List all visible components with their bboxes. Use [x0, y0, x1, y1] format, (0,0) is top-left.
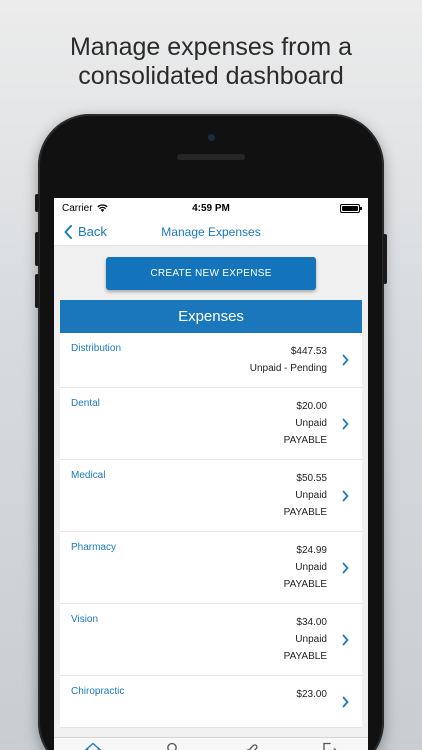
navigation-bar: Back Manage Expenses — [54, 218, 368, 246]
app-screen: Carrier 4:59 PM Back Manage Expenses CRE… — [54, 198, 368, 750]
expense-status: Unpaid — [295, 634, 327, 645]
battery-icon — [340, 203, 362, 213]
logout-icon — [323, 742, 337, 750]
tab-home[interactable]: Home — [54, 738, 133, 750]
expense-row[interactable]: Chiropractic $23.00 — [60, 676, 362, 728]
expense-details: $20.00 Unpaid PAYABLE — [71, 396, 327, 449]
expense-status: PAYABLE — [283, 579, 327, 590]
promo-caption: Manage expenses from a consolidated dash… — [0, 33, 422, 91]
volume-up-button — [35, 232, 39, 266]
expense-status: PAYABLE — [283, 507, 327, 518]
expense-category: Pharmacy — [71, 542, 117, 553]
back-label: Back — [78, 224, 107, 239]
earpiece-speaker — [177, 154, 245, 160]
mute-switch — [35, 194, 39, 212]
carrier-label: Carrier — [62, 202, 93, 214]
promo-line-2: consolidated dashboard — [78, 62, 344, 90]
expense-status: PAYABLE — [283, 435, 327, 446]
home-icon — [85, 742, 102, 750]
expenses-header: Expenses — [60, 300, 362, 333]
expense-details: $34.00 Unpaid PAYABLE — [71, 612, 327, 665]
expense-amount: $34.00 — [296, 617, 327, 628]
expense-amount: $20.00 — [296, 401, 327, 412]
expense-category: Vision — [71, 614, 99, 625]
tab-external-link[interactable]: External Link — [211, 738, 290, 750]
promo-line-1: Manage expenses from a — [69, 33, 353, 61]
wifi-icon — [96, 204, 108, 212]
expense-list: Distribution $447.53 Unpaid - Pending Denta… — [60, 333, 362, 728]
chevron-right-icon — [342, 490, 349, 501]
expense-status: PAYABLE — [283, 651, 327, 662]
expense-row[interactable]: Vision $34.00 Unpaid PAYABLE — [60, 604, 362, 676]
chevron-left-icon — [64, 224, 72, 239]
status-bar: Carrier 4:59 PM — [54, 198, 368, 218]
expense-amount: $50.55 — [296, 473, 327, 484]
create-new-expense-button[interactable]: CREATE NEW EXPENSE — [106, 257, 316, 290]
expense-details: $50.55 Unpaid PAYABLE — [71, 468, 327, 521]
expense-category: Medical — [71, 470, 106, 481]
expense-status: Unpaid — [295, 490, 327, 501]
power-button — [383, 234, 387, 284]
expense-row[interactable]: Dental $20.00 Unpaid PAYABLE — [60, 388, 362, 460]
link-icon — [242, 744, 258, 750]
tab-profile[interactable]: Profile — [133, 738, 212, 750]
profile-icon — [166, 742, 177, 750]
expense-status: Unpaid - Pending — [249, 363, 327, 374]
front-camera — [208, 134, 215, 141]
tab-log-out[interactable]: Log Out — [290, 738, 369, 750]
main-content: CREATE NEW EXPENSE Expenses Distribution… — [54, 246, 368, 728]
phone-frame: Carrier 4:59 PM Back Manage Expenses CRE… — [35, 114, 387, 750]
chevron-right-icon — [342, 696, 349, 707]
chevron-right-icon — [342, 418, 349, 429]
chevron-right-icon — [342, 634, 349, 645]
expense-category: Dental — [71, 398, 100, 409]
expense-row[interactable]: Medical $50.55 Unpaid PAYABLE — [60, 460, 362, 532]
expense-status: Unpaid — [295, 418, 327, 429]
chevron-right-icon — [342, 562, 349, 573]
chevron-right-icon — [342, 354, 349, 366]
tab-bar: HomeProfileExternal LinkLog Out — [54, 737, 368, 750]
expenses-card: Expenses Distribution $447.53 Unpaid - Pen… — [60, 300, 362, 728]
back-button[interactable]: Back — [54, 224, 107, 239]
expense-category: Distribution — [71, 343, 122, 354]
volume-down-button — [35, 274, 39, 308]
expense-category: Chiropractic — [71, 686, 125, 697]
expense-status: Unpaid — [295, 562, 327, 573]
expense-row[interactable]: Pharmacy $24.99 Unpaid PAYABLE — [60, 532, 362, 604]
expense-row[interactable]: Distribution $447.53 Unpaid - Pending — [60, 333, 362, 388]
